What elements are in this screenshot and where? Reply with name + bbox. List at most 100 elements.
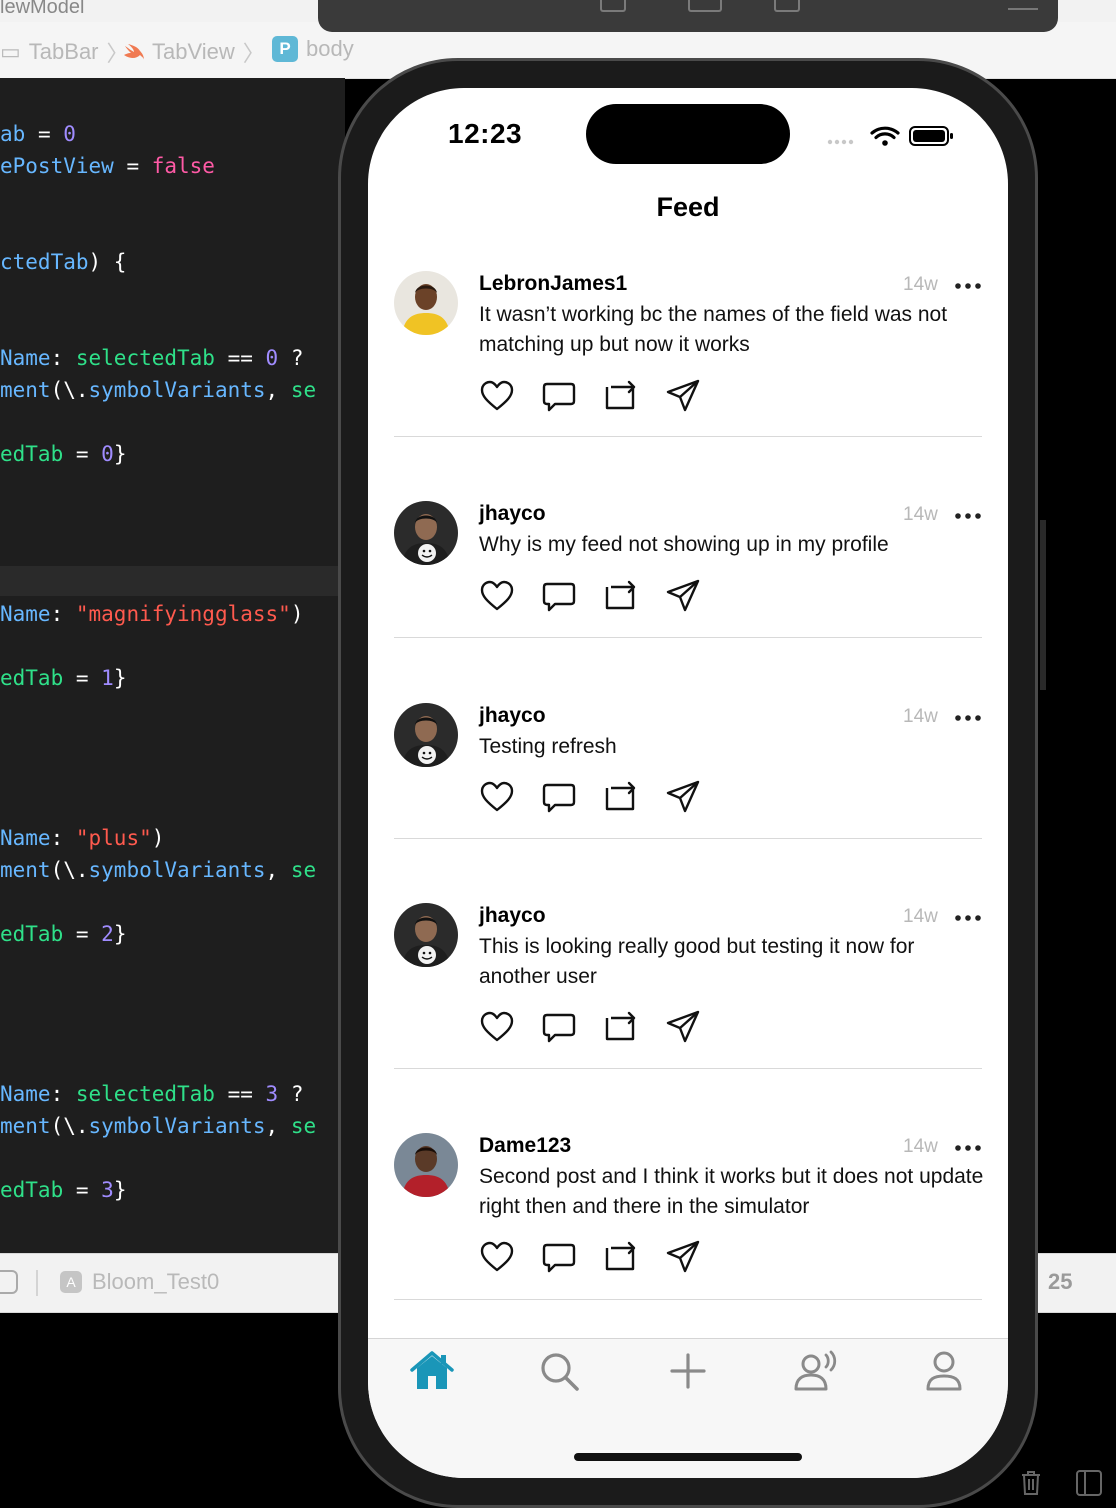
post-username[interactable]: Dame123 [479, 1134, 571, 1158]
more-options-icon[interactable] [954, 914, 982, 922]
code-line[interactable]: Name: selectedTab == 3 ? [0, 1080, 303, 1108]
trash-icon[interactable] [1020, 1470, 1042, 1496]
tab-home[interactable] [408, 1349, 456, 1393]
post-text: This is looking really good but testing … [479, 935, 915, 988]
tab-search[interactable] [536, 1349, 584, 1393]
heart-icon[interactable] [479, 378, 515, 414]
more-options-icon[interactable] [954, 1144, 982, 1152]
share-icon[interactable] [665, 779, 701, 815]
repost-icon[interactable] [603, 1009, 639, 1045]
app-store-icon: A [60, 1271, 82, 1293]
post-timestamp: 14w [903, 706, 938, 727]
post-timestamp: 14w [903, 274, 938, 295]
code-token: 3 [101, 1178, 114, 1202]
code-token: == [214, 1082, 266, 1106]
code-line[interactable]: ment(\.symbolVariants, se [0, 856, 316, 884]
code-token: = [63, 666, 102, 690]
code-line[interactable]: Name: selectedTab == 0 ? [0, 344, 303, 372]
comment-icon[interactable] [541, 378, 577, 414]
code-token: 2 [101, 922, 114, 946]
code-token: 0 [63, 122, 76, 146]
share-icon[interactable] [665, 1239, 701, 1275]
code-line[interactable]: ment(\.symbolVariants, se [0, 376, 316, 404]
xcode-top-cut-text: lewModel [0, 0, 85, 18]
screenshot-icon[interactable] [688, 0, 722, 12]
heart-icon[interactable] [479, 1009, 515, 1045]
post-divider [394, 436, 982, 437]
share-icon[interactable] [665, 578, 701, 614]
code-line[interactable]: edTab = 2} [0, 920, 126, 948]
avatar[interactable] [394, 1133, 458, 1197]
code-token: Name [0, 602, 51, 626]
code-token: edTab [0, 1178, 64, 1202]
home-button-icon[interactable] [600, 0, 626, 12]
panel-toggle-icon[interactable] [1076, 1470, 1102, 1496]
line-number: 25 [1048, 1269, 1073, 1294]
comment-icon[interactable] [541, 779, 577, 815]
code-token: ) { [88, 250, 127, 274]
breadcrumb-item-body[interactable]: P body [272, 36, 354, 62]
post-username[interactable]: LebronJames1 [479, 272, 627, 296]
code-line[interactable]: edTab = 1} [0, 664, 126, 692]
code-line[interactable]: edTab = 0} [0, 440, 126, 468]
heart-icon[interactable] [479, 779, 515, 815]
post-actions [479, 1009, 709, 1045]
post-username[interactable]: jhayco [479, 502, 546, 526]
menu-icon[interactable] [1008, 0, 1038, 10]
code-line[interactable]: ctedTab) { [0, 248, 126, 276]
post-username[interactable]: jhayco [479, 704, 546, 728]
rotate-icon[interactable] [774, 0, 800, 12]
more-options-icon[interactable] [954, 282, 982, 290]
breadcrumb-item-tabview[interactable]: TabView 〉 [122, 36, 265, 68]
code-token: ePostView [0, 154, 114, 178]
comment-icon[interactable] [541, 578, 577, 614]
heart-icon[interactable] [479, 1239, 515, 1275]
post-timestamp: 14w [903, 1136, 938, 1157]
post-actions [479, 1239, 709, 1275]
activity-icon [794, 1350, 837, 1391]
tab-activity[interactable] [792, 1349, 840, 1393]
avatar[interactable] [394, 903, 458, 967]
repost-icon[interactable] [603, 1239, 639, 1275]
code-token: = [63, 442, 102, 466]
code-token: Name [0, 346, 51, 370]
code-line[interactable]: ePostView = false [0, 152, 215, 180]
breadcrumb-item-tabbar[interactable]: ▭ TabBar 〉 [0, 36, 129, 68]
code-line[interactable]: ment(\.symbolVariants, se [0, 1112, 316, 1140]
code-line[interactable]: edTab = 3} [0, 1176, 126, 1204]
code-token: edTab [0, 922, 64, 946]
tab-new-post[interactable] [664, 1349, 712, 1393]
code-token: } [113, 442, 127, 466]
breadcrumb-label: body [306, 36, 354, 61]
home-indicator[interactable] [574, 1453, 802, 1461]
avatar[interactable] [394, 501, 458, 565]
status-icons [827, 126, 953, 146]
code-token: se [290, 378, 317, 402]
share-icon[interactable] [665, 378, 701, 414]
code-line[interactable]: ab = 0 [0, 120, 76, 148]
toggle-icon[interactable] [0, 1270, 18, 1294]
heart-icon[interactable] [479, 578, 515, 614]
post-actions [479, 779, 709, 815]
comment-icon[interactable] [541, 1009, 577, 1045]
scheme-selector[interactable]: A Bloom_Test0 [60, 1269, 219, 1295]
post-actions [479, 378, 709, 414]
folder-icon: ▭ [0, 39, 21, 64]
comment-icon[interactable] [541, 1239, 577, 1275]
more-options-icon[interactable] [954, 714, 982, 722]
repost-icon[interactable] [603, 578, 639, 614]
xcode-code-editor[interactable]: ab = 0 ePostView = false ctedTab) { Name: s… [0, 78, 345, 1253]
home-icon [410, 1351, 454, 1389]
code-line[interactable]: Name: "magnifyingglass") [0, 600, 303, 628]
code-token: = [63, 1178, 102, 1202]
avatar[interactable] [394, 271, 458, 335]
tab-profile[interactable] [920, 1349, 968, 1393]
repost-icon[interactable] [603, 779, 639, 815]
post-username[interactable]: jhayco [479, 904, 546, 928]
avatar[interactable] [394, 703, 458, 767]
more-options-icon[interactable] [954, 512, 982, 520]
code-token: = [63, 922, 102, 946]
repost-icon[interactable] [603, 378, 639, 414]
code-line[interactable]: Name: "plus") [0, 824, 164, 852]
share-icon[interactable] [665, 1009, 701, 1045]
